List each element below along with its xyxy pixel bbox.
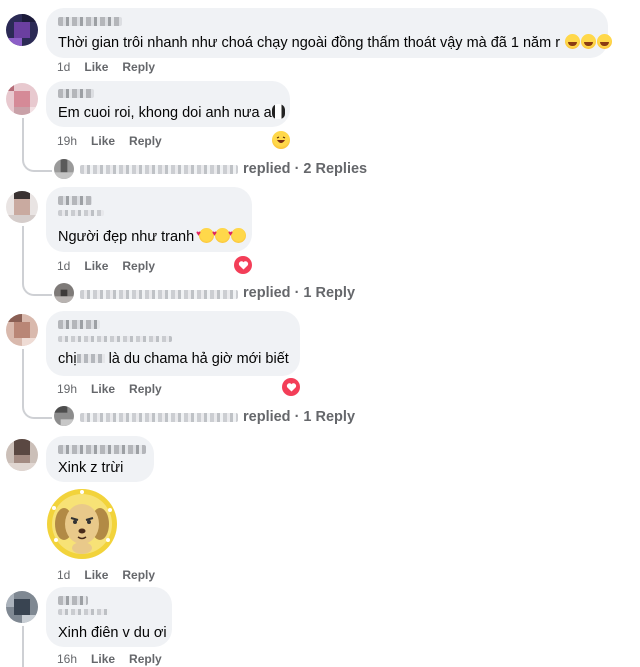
reply-avatar[interactable] [54, 159, 74, 179]
dog-sticker[interactable] [44, 488, 120, 560]
like-button[interactable]: Like [91, 652, 115, 666]
commenter-name-blurred[interactable] [58, 596, 88, 605]
comment-text: Xinh điên v du ơi [58, 625, 167, 641]
reply-button[interactable]: Reply [129, 652, 162, 666]
redacted-mention [76, 354, 105, 363]
avatar-image [6, 14, 38, 46]
comment-actions: 1d Like Reply [57, 568, 155, 582]
laughing-emoji-icon [597, 34, 613, 49]
comment-actions: 1d Like Reply [57, 259, 155, 273]
avatar[interactable] [6, 191, 38, 223]
reply-thread-connector [22, 397, 52, 419]
comment-text: Em cuoi roi, khong doi anh nưa a [58, 104, 285, 122]
comment-time[interactable]: 19h [57, 134, 77, 148]
comment-actions: 19h Like Reply [57, 134, 162, 148]
commenter-name-blurred[interactable] [58, 196, 92, 205]
comment-text: Thời gian trôi nhanh như choá chạy ngoài… [58, 34, 613, 52]
love-reaction-icon[interactable] [234, 256, 252, 274]
replier-names-blurred [80, 290, 238, 299]
comment-text: Xink z trừi [58, 460, 124, 476]
laughing-emoji-icon [581, 34, 597, 49]
replier-names-blurred [80, 413, 238, 422]
comment-bubble: Xink z trừi [46, 436, 154, 482]
reply-thread-connector [22, 150, 52, 172]
view-replies-link[interactable]: replied · 1 Reply [243, 409, 355, 425]
smiling-face-with-hearts-icon [228, 225, 247, 243]
replier-names-blurred [80, 165, 238, 174]
comment-time[interactable]: 1d [57, 568, 70, 582]
comment-time[interactable]: 1d [57, 259, 70, 273]
avatar-image [6, 439, 38, 471]
commenter-subtitle-blurred [58, 210, 104, 216]
comment-time[interactable]: 19h [57, 382, 77, 396]
penguin-emoji-icon [271, 104, 285, 119]
comment-actions: 19h Like Reply [57, 382, 162, 396]
like-button[interactable]: Like [84, 259, 108, 273]
avatar[interactable] [6, 591, 38, 623]
like-button[interactable]: Like [91, 382, 115, 396]
commenter-subtitle-blurred [58, 336, 172, 342]
like-button[interactable]: Like [91, 134, 115, 148]
reply-avatar[interactable] [54, 283, 74, 303]
comment-bubble: Thời gian trôi nhanh như choá chạy ngoài… [46, 8, 613, 58]
avatar-image [6, 314, 38, 346]
laughing-emoji-icon [565, 34, 581, 49]
commenter-name-blurred[interactable] [58, 89, 94, 98]
comment-bubble: chị là du chama hả giờ mới biết [46, 311, 300, 376]
avatar-image [6, 591, 38, 623]
reply-button[interactable]: Reply [122, 568, 155, 582]
comment-bubble: Người đẹp như tranh [46, 187, 252, 252]
avatar[interactable] [6, 83, 38, 115]
avatar[interactable] [6, 314, 38, 346]
commenter-subtitle-blurred [58, 609, 110, 615]
comment-actions: 1d Like Reply [57, 60, 155, 74]
reply-button[interactable]: Reply [122, 259, 155, 273]
avatar-image [6, 191, 38, 223]
avatar-image [6, 83, 38, 115]
comment-text: chị là du chama hả giờ mới biết [58, 351, 289, 367]
reply-thread-connector [22, 274, 52, 296]
view-replies-link[interactable]: replied · 1 Reply [243, 285, 355, 301]
comment-time[interactable]: 1d [57, 60, 70, 74]
view-replies-link[interactable]: replied · 2 Replies [243, 161, 367, 177]
comment-time[interactable]: 16h [57, 652, 77, 666]
comment-bubble: Em cuoi roi, khong doi anh nưa a [46, 81, 290, 127]
like-button[interactable]: Like [84, 60, 108, 74]
comment-bubble: Xinh điên v du ơi [46, 587, 172, 647]
commenter-name-blurred[interactable] [58, 320, 100, 329]
reply-button[interactable]: Reply [122, 60, 155, 74]
avatar[interactable] [6, 439, 38, 471]
reply-avatar[interactable] [54, 406, 74, 426]
laugh-reaction-icon[interactable] [272, 131, 290, 149]
reply-thread-line [22, 626, 24, 667]
reply-button[interactable]: Reply [129, 134, 162, 148]
comment-actions: 16h Like Reply [57, 652, 162, 666]
love-reaction-icon[interactable] [282, 378, 300, 396]
commenter-name-blurred[interactable] [58, 17, 122, 26]
avatar[interactable] [6, 14, 38, 46]
commenter-name-blurred[interactable] [58, 445, 146, 454]
like-button[interactable]: Like [84, 568, 108, 582]
comment-text: Người đẹp như tranh [58, 225, 247, 246]
reply-button[interactable]: Reply [129, 382, 162, 396]
dog-sticker-image [47, 489, 117, 559]
